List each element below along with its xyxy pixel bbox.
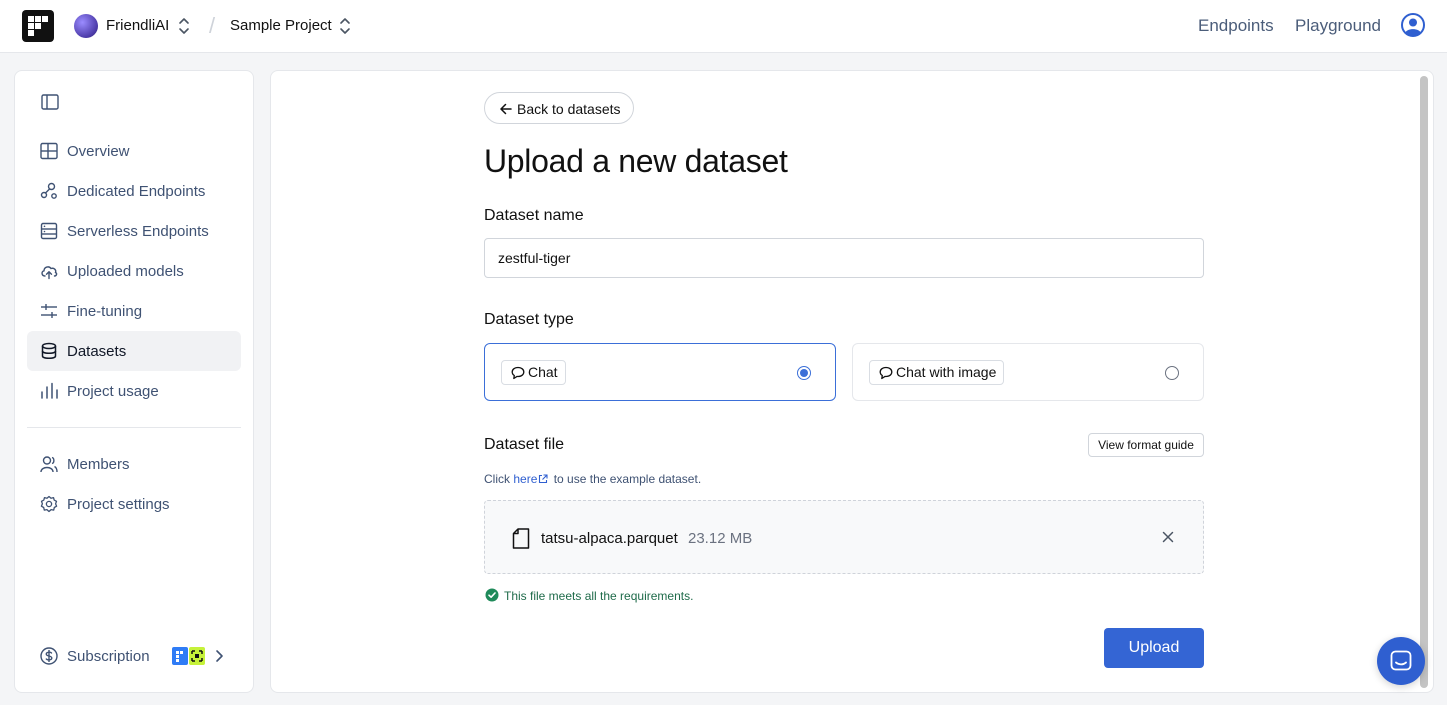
chevron-right-icon[interactable] bbox=[213, 649, 225, 663]
chat-bubble-icon bbox=[879, 366, 893, 380]
gear-icon bbox=[40, 495, 58, 513]
sidebar-item-project-usage[interactable]: Project usage bbox=[27, 371, 241, 411]
org-name[interactable]: FriendliAI bbox=[106, 17, 169, 34]
upload-button[interactable]: Upload bbox=[1104, 628, 1204, 668]
dataset-name-input[interactable] bbox=[484, 238, 1204, 278]
type-chip: Chat with image bbox=[869, 360, 1005, 385]
breadcrumb-separator: / bbox=[209, 13, 216, 38]
back-to-datasets-button[interactable]: Back to datasets bbox=[484, 92, 634, 124]
sidebar-item-serverless-endpoints[interactable]: Serverless Endpoints bbox=[27, 211, 241, 251]
org-avatar[interactable] bbox=[74, 14, 98, 38]
sidebar-item-label: Subscription bbox=[67, 648, 150, 665]
layout-icon bbox=[40, 142, 58, 160]
external-link-icon[interactable] bbox=[538, 474, 548, 484]
sidebar-item-subscription[interactable]: Subscription bbox=[27, 636, 241, 676]
sliders-icon bbox=[41, 304, 57, 318]
view-format-guide-button[interactable]: View format guide bbox=[1088, 433, 1204, 457]
plan-badge-icon bbox=[172, 647, 205, 665]
dataset-type-chat-with-image-option[interactable]: Chat with image bbox=[852, 343, 1204, 401]
chevron-updown-icon[interactable] bbox=[177, 16, 191, 36]
chat-icon bbox=[1390, 650, 1412, 671]
file-name: tatsu-alpaca.parquet bbox=[541, 530, 678, 547]
sidebar-item-label: Overview bbox=[67, 143, 130, 160]
sidebar-item-label: Serverless Endpoints bbox=[67, 223, 209, 240]
status-text: This file meets all the requirements. bbox=[504, 589, 694, 603]
cloud-upload-icon bbox=[41, 266, 58, 280]
check-circle-icon bbox=[485, 588, 499, 602]
users-icon bbox=[40, 456, 58, 473]
sidebar-item-dedicated-endpoints[interactable]: Dedicated Endpoints bbox=[27, 171, 241, 211]
user-avatar-icon[interactable] bbox=[1401, 13, 1425, 37]
dataset-name-label: Dataset name bbox=[484, 207, 584, 224]
top-bar: FriendliAI / Sample Project Endpoints Pl… bbox=[0, 0, 1447, 53]
nav-endpoints[interactable]: Endpoints bbox=[1198, 16, 1274, 36]
dataset-file-label: Dataset file bbox=[484, 436, 565, 453]
chevron-updown-icon[interactable] bbox=[338, 16, 352, 36]
sidebar-item-label: Dedicated Endpoints bbox=[67, 183, 206, 200]
sidebar-item-fine-tuning[interactable]: Fine-tuning bbox=[27, 291, 241, 331]
sidebar-item-project-settings[interactable]: Project settings bbox=[27, 484, 241, 524]
file-icon bbox=[512, 528, 530, 549]
bar-chart-icon bbox=[41, 382, 58, 399]
sidebar-item-label: Project usage bbox=[67, 383, 159, 400]
sidebar-toggle-icon[interactable] bbox=[41, 94, 59, 110]
sidebar-item-label: Members bbox=[67, 456, 130, 473]
page-title: Upload a new dataset bbox=[484, 143, 788, 179]
friendli-logo[interactable] bbox=[22, 10, 54, 42]
server-icon bbox=[40, 222, 58, 240]
sidebar-item-uploaded-models[interactable]: Uploaded models bbox=[27, 251, 241, 291]
sidebar-item-label: Project settings bbox=[67, 496, 170, 513]
dollar-icon bbox=[40, 647, 58, 665]
support-chat-button[interactable] bbox=[1377, 637, 1425, 685]
chat-bubble-icon bbox=[511, 366, 525, 380]
radio-button-selected[interactable] bbox=[797, 366, 811, 380]
arrow-left-icon bbox=[500, 103, 512, 115]
close-icon[interactable] bbox=[1162, 531, 1174, 543]
nodes-icon bbox=[40, 182, 57, 199]
sidebar-item-overview[interactable]: Overview bbox=[27, 131, 241, 171]
project-name[interactable]: Sample Project bbox=[230, 17, 332, 34]
dataset-type-label: Dataset type bbox=[484, 311, 574, 328]
type-chip-label: Chat bbox=[528, 364, 558, 380]
sidebar-item-label: Datasets bbox=[67, 343, 127, 360]
file-dropzone[interactable]: tatsu-alpaca.parquet 23.12 MB bbox=[484, 500, 1204, 574]
sidebar-item-datasets[interactable]: Datasets bbox=[27, 331, 241, 371]
example-dataset-hint: Click here to use the example dataset. bbox=[484, 472, 701, 486]
sidebar-item-members[interactable]: Members bbox=[27, 444, 241, 484]
database-icon bbox=[41, 342, 57, 359]
type-chip: Chat bbox=[501, 360, 566, 385]
sidebar-item-label: Uploaded models bbox=[67, 263, 184, 280]
radio-button[interactable] bbox=[1165, 366, 1179, 380]
back-button-label: Back to datasets bbox=[517, 101, 621, 117]
file-size: 23.12 MB bbox=[688, 530, 753, 547]
sidebar: Overview Dedicated Endpoints Serverless … bbox=[14, 70, 254, 693]
type-chip-label: Chat with image bbox=[896, 364, 997, 380]
sidebar-divider bbox=[27, 427, 241, 428]
scrollbar[interactable] bbox=[1420, 76, 1428, 688]
example-dataset-link[interactable]: here bbox=[513, 472, 537, 486]
hint-prefix: Click bbox=[484, 472, 510, 486]
dataset-type-chat-option[interactable]: Chat bbox=[484, 343, 836, 401]
hint-suffix: to use the example dataset. bbox=[553, 472, 702, 486]
sidebar-item-label: Fine-tuning bbox=[67, 303, 143, 320]
nav-playground[interactable]: Playground bbox=[1295, 16, 1381, 36]
